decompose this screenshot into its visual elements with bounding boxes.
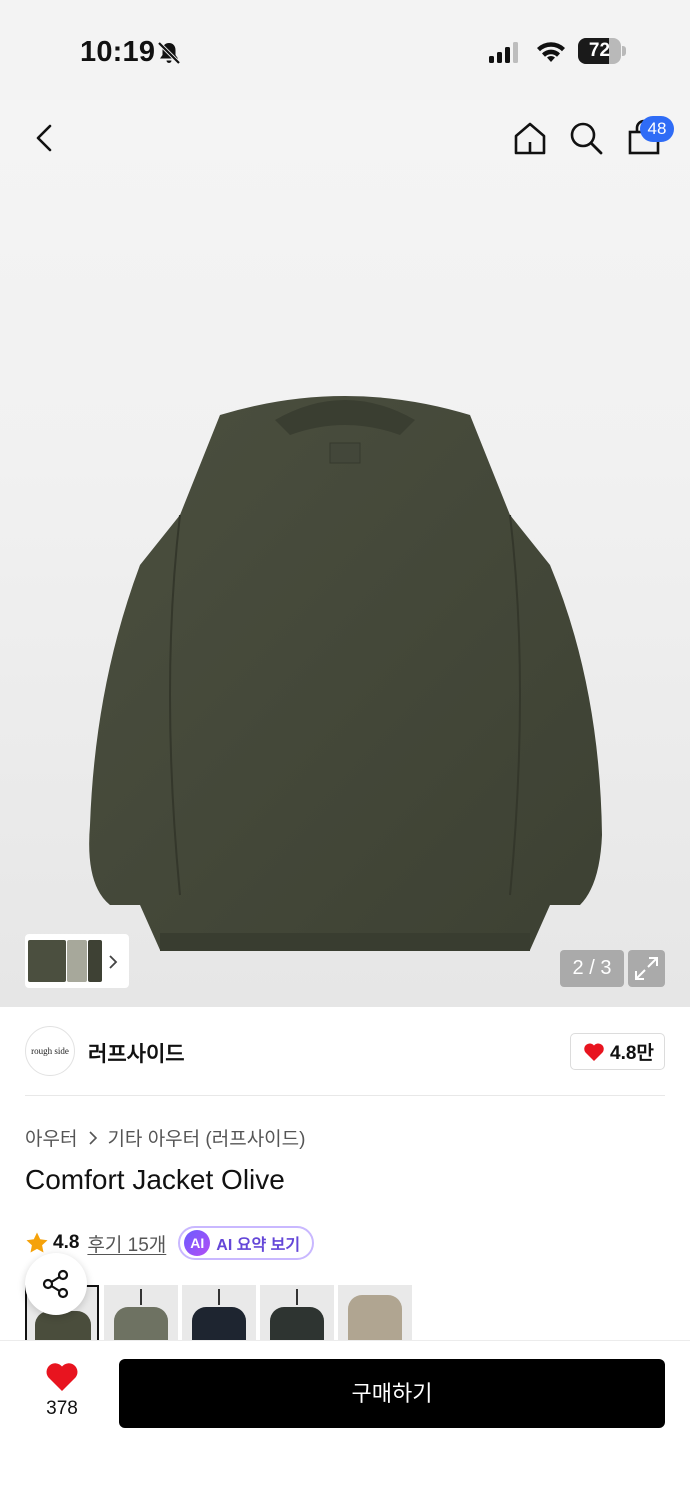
thumbnail-dark[interactable] [88, 940, 102, 982]
bell-slash-icon [157, 41, 181, 65]
expand-button[interactable] [628, 950, 665, 987]
chevron-right-icon [89, 1130, 98, 1145]
search-icon[interactable] [566, 118, 606, 158]
product-title: Comfort Jacket Olive [25, 1164, 285, 1195]
heart-icon[interactable] [45, 1362, 79, 1392]
battery-icon: 72 [578, 38, 626, 64]
thumbnail-olive[interactable] [28, 940, 66, 982]
divider [25, 1095, 665, 1096]
breadcrumb: 아우터 기타 아우터 (러프사이드) [25, 1124, 305, 1151]
back-icon[interactable] [28, 118, 62, 158]
cart-count-badge: 48 [640, 116, 674, 142]
star-icon [26, 1232, 48, 1253]
brand-logo-text: rough side [31, 1046, 69, 1056]
rating-value: 4.8 [53, 1232, 80, 1253]
brand-like-count: 4.8만 [610, 1043, 654, 1064]
wishlist-count: 378 [46, 1398, 78, 1419]
expand-icon [635, 957, 658, 980]
battery-percent: 72 [588, 40, 611, 61]
buy-button[interactable]: 구매하기 [119, 1359, 665, 1428]
brand-like-button[interactable]: 4.8만 [570, 1033, 665, 1070]
heart-icon [584, 1042, 604, 1061]
gallery-page-indicator: 2 / 3 [560, 950, 624, 987]
wifi-icon [537, 42, 565, 62]
thumbnail-khaki[interactable] [67, 940, 87, 982]
chevron-right-icon[interactable] [106, 953, 120, 971]
breadcrumb-category[interactable]: 아우터 [25, 1124, 77, 1151]
product-image[interactable] [0, 100, 690, 1007]
share-button[interactable] [25, 1253, 87, 1315]
home-icon[interactable] [510, 118, 550, 158]
color-option-charcoal[interactable] [260, 1285, 334, 1340]
status-time: 10:19 [80, 36, 156, 68]
brand-logo[interactable]: rough side [25, 1026, 75, 1076]
ai-summary-label: AI 요약 보기 [216, 1237, 301, 1254]
ai-summary-button[interactable]: AI AI 요약 보기 [178, 1226, 315, 1260]
review-link[interactable]: 후기 15개 [87, 1230, 166, 1257]
signal-icon [489, 42, 518, 63]
color-option-khaki[interactable] [104, 1285, 178, 1340]
status-bar: 10:19 72 [0, 0, 690, 100]
share-icon [42, 1269, 69, 1299]
jacket-photo [89, 396, 602, 951]
brand-name[interactable]: 러프사이드 [88, 1038, 185, 1068]
color-option-navy[interactable] [182, 1285, 256, 1340]
breadcrumb-subcategory[interactable]: 기타 아우터 (러프사이드) [107, 1124, 305, 1151]
ai-badge-icon: AI [184, 1230, 211, 1256]
color-option-beige[interactable] [338, 1285, 412, 1340]
